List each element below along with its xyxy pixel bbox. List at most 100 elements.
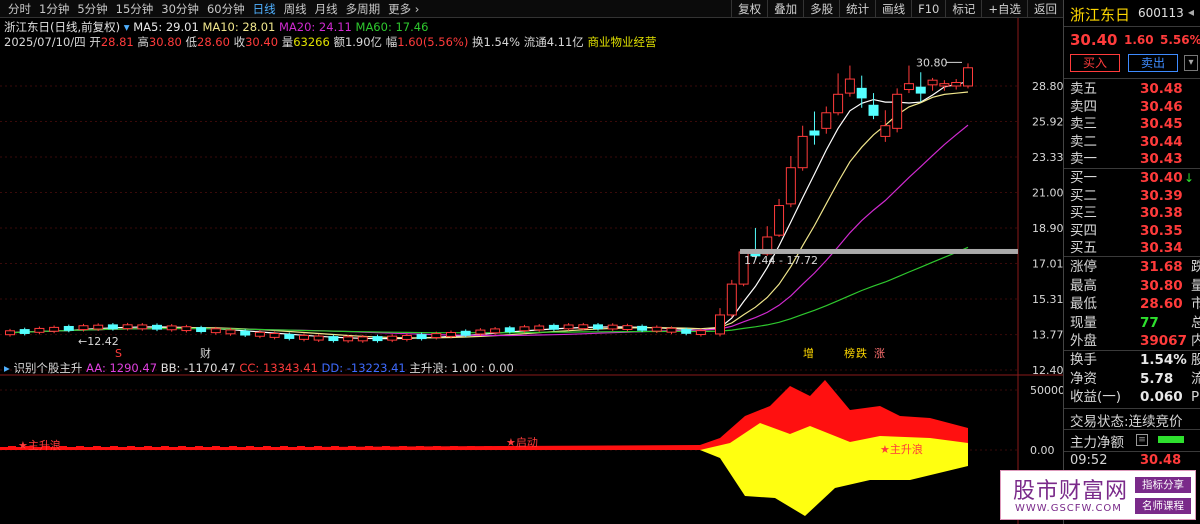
indicator-cc: CC: 13343.41 [239,361,318,375]
flat-candle-11 [166,324,177,332]
indicator-yellow-lower [0,450,968,516]
period-tab-8[interactable]: 月线 [311,0,342,18]
toolbar-button-1[interactable]: 叠加 [767,0,803,18]
period-tab-10[interactable]: 更多 › [384,0,423,18]
down-arrow-icon: ↓ [1184,171,1195,185]
indicator-toggle-icon[interactable]: ▸ [4,361,10,375]
ask-row-2: 卖三 30.45 [1064,115,1200,134]
flat-candle-41-body [607,324,618,330]
stat-row-0-value: 31.68 [1140,259,1183,275]
period-tabs: 分时 1分钟 5分钟 15分钟 30分钟 60分钟 日线 周线 月线 多周期 更多 › [0,0,423,18]
flat-candle-0-body [5,330,15,336]
period-tab-2[interactable]: 5分钟 [73,0,111,18]
stat-row-0: 涨停 31.68 跌 [1064,258,1200,277]
stat2-row-1-right: 流 [1191,370,1200,389]
flat-candle-11-body [166,325,177,331]
period-tab-9[interactable]: 多周期 [342,0,385,18]
status-label: 交易状态: [1070,414,1129,430]
bid-row-0: 买一 30.40 ↓ [1064,169,1200,188]
flat-candle-15-body [225,329,236,335]
period-tab-3[interactable]: 15分钟 [112,0,158,18]
period-tab-7[interactable]: 周线 [280,0,311,18]
flat-candle-37-body [548,324,559,330]
toolbar-button-5[interactable]: F10 [911,0,945,18]
stat-row-3-label: 现量 [1070,314,1097,331]
rank-marker: 榜 [844,346,855,360]
y-tick-2: 23.33 [1032,151,1063,164]
toolbar-buttons: 复权 叠加 多股 统计 画线 F10 标记 +自选 返回 [731,0,1063,18]
toolbar-button-8[interactable]: 返回 [1027,0,1063,18]
stat2-row-2-right: PE [1191,389,1200,405]
flat-candle-9-body [137,324,148,330]
indicator-wave: 主升浪: 1.00 : 0.00 [409,361,514,375]
rally-candle-7-body [797,135,808,169]
kline-chart[interactable]: 30.80 17.44 - 17.72 ←12.42S 财 增 榜跌涨 28.80 25.9… [0,18,1063,524]
period-tab-4[interactable]: 30分钟 [157,0,203,18]
toolbar-button-3[interactable]: 统计 [839,0,875,18]
flat-candle-39-body [578,324,589,330]
buy-button[interactable]: 买入 [1070,54,1120,72]
panel-change: 1.60 [1124,33,1154,47]
watermark-tag-1: 指标分享 [1135,477,1191,493]
flat-candle-44-body [651,326,662,332]
stat-row-3-right: 总 [1191,314,1200,333]
indicator-blip-24 [416,446,424,450]
watermark-logo: 股市财富网 WWW.GSCFW.COM 指标分享 名师课程 [1000,470,1196,520]
indicator-header: ▸ 识别个股主升 AA: 1290.47 BB: -1170.47 CC: 13… [4,361,514,376]
bid-row-2: 买三 30.38 [1064,204,1200,223]
toolbar-button-0[interactable]: 复权 [731,0,767,18]
more-icon[interactable]: ▾ [1184,55,1198,71]
indicator-aa: AA: 1290.47 [86,361,158,375]
flat-candle-28-body [416,334,427,340]
mainforce-menu-icon[interactable]: ≡ [1136,434,1148,446]
toolbar-button-4[interactable]: 画线 [875,0,911,18]
flat-candle-25 [372,334,383,343]
flat-candle-33-body [490,328,501,334]
flat-candle-7-body [107,324,118,330]
toolbar-button-2[interactable]: 多股 [803,0,839,18]
rally-candle-10-body [833,93,844,114]
flat-candle-42 [622,323,633,332]
rally-candle-11 [844,65,855,97]
indicator-blip-19 [331,446,339,450]
wave-label-1: ★主升浪 [18,438,61,452]
sell-button[interactable]: 卖出 [1128,54,1178,72]
rally-candle-0 [715,308,725,337]
finance-marker: 财 [200,346,211,360]
rally-candle-19-body [939,83,950,87]
signal-s-marker: S [115,347,122,360]
rally-candle-17 [915,72,926,102]
toolbar-button-7[interactable]: +自选 [981,0,1027,18]
y-tick-5: 17.01 [1032,257,1063,270]
indicator-blip-12 [212,446,220,450]
flat-candle-12 [181,324,192,333]
rally-candle-20 [951,79,962,90]
toolbar-button-6[interactable]: 标记 [945,0,981,18]
indicator-blip-27 [467,446,475,450]
y-tick-3: 21.00 [1032,186,1063,199]
stat-row-4-label: 外盘 [1070,333,1097,349]
stat2-row-2-label: 收益(一) [1070,389,1122,405]
rally-candle-12-body [856,87,867,99]
ma-line-ma20 [9,124,969,337]
flat-candle-47-body [695,330,706,336]
period-tab-5[interactable]: 60分钟 [203,0,249,18]
indicator-title: 识别个股主升 [13,361,83,375]
indicator-bb: BB: -1170.47 [160,361,236,375]
rise-marker: 涨 [874,347,885,360]
flat-candle-46-body [681,328,692,334]
panel-menu-icon[interactable]: ◂ [1188,5,1194,19]
flat-candle-36-body [534,325,545,331]
indicator-blip-14 [246,446,254,450]
period-tab-6[interactable]: 日线 [249,0,280,18]
period-tab-0[interactable]: 分时 [4,0,35,18]
flat-candle-10-body [152,324,162,330]
ma-line-ma10 [9,91,969,339]
flat-candle-1-body [19,329,30,334]
y-tick-0: 28.80 [1032,80,1063,93]
indicator-blip-20 [348,446,356,450]
indicator-blip-13 [229,446,237,450]
period-tab-1[interactable]: 1分钟 [35,0,73,18]
tick-price: 30.48 [1140,453,1182,468]
rally-candle-14-body [880,125,891,137]
